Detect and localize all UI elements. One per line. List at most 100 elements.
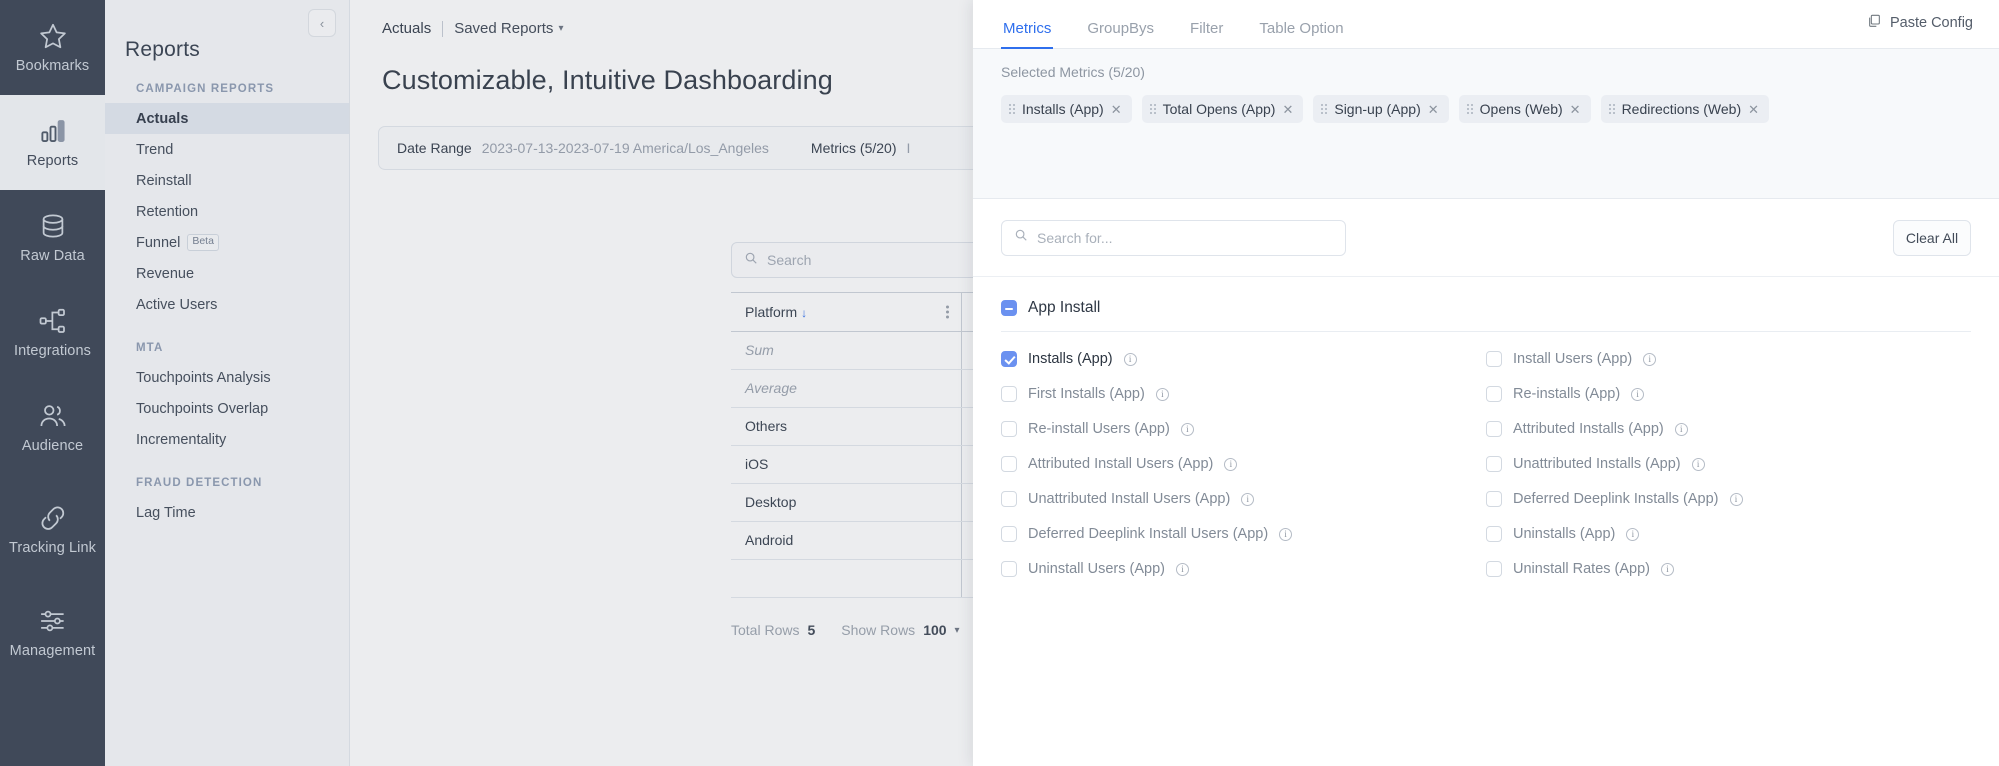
sidebar-group-mta: MTA Touchpoints Analysis Touchpoints Ove…: [105, 342, 349, 455]
info-icon[interactable]: i: [1241, 492, 1255, 506]
rail-item-management[interactable]: Management: [0, 585, 105, 680]
checkbox[interactable]: [1486, 351, 1502, 367]
metric-chip[interactable]: Opens (Web) ✕: [1458, 95, 1591, 123]
rail-item-bookmarks[interactable]: Bookmarks: [0, 0, 105, 95]
rail-item-audience[interactable]: Audience: [0, 380, 105, 475]
info-icon[interactable]: i: [1674, 422, 1688, 436]
sidebar-item-lag-time[interactable]: Lag Time: [105, 497, 349, 528]
info-icon[interactable]: i: [1661, 562, 1674, 576]
sidebar-item-touchpoints-overlap[interactable]: Touchpoints Overlap: [105, 393, 349, 424]
metric-option-unattributed-installs-app[interactable]: Unattributed Installs (App) i: [1486, 456, 1971, 472]
show-rows-value[interactable]: 100: [923, 622, 946, 638]
info-icon[interactable]: i: [1224, 457, 1238, 471]
rail-item-tracking-link[interactable]: Tracking Link: [0, 475, 105, 585]
metric-option-installs-app[interactable]: Installs (App) i: [1001, 351, 1486, 367]
metric-chip[interactable]: Total Opens (App) ✕: [1141, 95, 1304, 123]
metric-option-install-users-app[interactable]: Install Users (App) i: [1486, 351, 1971, 367]
checkbox[interactable]: [1486, 456, 1502, 472]
tab-metrics[interactable]: Metrics: [1000, 20, 1054, 49]
checkbox[interactable]: [1486, 491, 1502, 507]
metric-option-first-installs-app[interactable]: First Installs (App) i: [1001, 386, 1486, 402]
info-icon[interactable]: i: [1729, 492, 1743, 506]
info-icon[interactable]: i: [1626, 527, 1640, 541]
drag-handle-icon[interactable]: [1466, 104, 1473, 114]
remove-chip-icon[interactable]: ✕: [1428, 103, 1439, 116]
checkbox[interactable]: [1001, 351, 1017, 367]
info-icon[interactable]: i: [1279, 527, 1293, 541]
rail-item-integrations[interactable]: Integrations: [0, 285, 105, 380]
clear-all-button[interactable]: Clear All: [1893, 219, 1971, 256]
metric-option-re-install-users-app[interactable]: Re-install Users (App) i: [1001, 421, 1486, 437]
checkbox[interactable]: [1001, 421, 1017, 437]
metric-chip[interactable]: Redirections (Web) ✕: [1600, 95, 1770, 123]
sidebar-item-actuals[interactable]: Actuals: [105, 103, 349, 134]
tab-table-option[interactable]: Table Option: [1259, 20, 1343, 48]
paste-config-button[interactable]: Paste Config: [1866, 13, 1973, 33]
tab-filter[interactable]: Filter: [1190, 20, 1223, 48]
checkbox[interactable]: [1486, 561, 1502, 577]
info-icon[interactable]: i: [1643, 352, 1657, 366]
metric-chip[interactable]: Sign-up (App) ✕: [1313, 95, 1449, 123]
metric-option-uninstall-rates-app[interactable]: Uninstall Rates (App) i: [1486, 561, 1971, 577]
rail-item-reports[interactable]: Reports: [0, 95, 105, 190]
sidebar-item-revenue[interactable]: Revenue: [105, 258, 349, 289]
metric-chip[interactable]: Installs (App) ✕: [1001, 95, 1132, 123]
checkbox[interactable]: [1001, 456, 1017, 472]
chevron-down-icon[interactable]: ▾: [955, 625, 960, 636]
table-search-input[interactable]: Search: [731, 242, 1001, 278]
checkbox[interactable]: [1486, 386, 1502, 402]
column-menu-icon[interactable]: [945, 303, 949, 320]
metric-group-name: App Install: [1028, 299, 1101, 316]
metric-option-attributed-installs-app[interactable]: Attributed Installs (App) i: [1486, 421, 1971, 437]
drag-handle-icon[interactable]: [1009, 104, 1015, 114]
remove-chip-icon[interactable]: ✕: [1748, 103, 1759, 116]
metric-group-body: App Install Installs (App) i Install Use…: [973, 277, 1999, 766]
metric-option-unattributed-install-users-app[interactable]: Unattributed Install Users (App) i: [1001, 491, 1486, 507]
metric-option-re-installs-app[interactable]: Re-installs (App) i: [1486, 386, 1971, 402]
sidebar-item-reinstall[interactable]: Reinstall: [105, 165, 349, 196]
saved-reports-dropdown[interactable]: Saved Reports ▾: [454, 20, 563, 37]
sidebar-item-incrementality[interactable]: Incrementality: [105, 424, 349, 455]
remove-chip-icon[interactable]: ✕: [1111, 103, 1122, 116]
sidebar-group-label: FRAUD DETECTION: [136, 477, 263, 489]
sidebar-item-trend[interactable]: Trend: [105, 134, 349, 165]
metric-group-header[interactable]: App Install: [1001, 299, 1971, 317]
checkbox[interactable]: [1486, 421, 1502, 437]
info-icon[interactable]: i: [1631, 387, 1645, 401]
info-icon[interactable]: i: [1123, 352, 1137, 366]
info-icon[interactable]: i: [1155, 387, 1169, 401]
checkbox[interactable]: [1001, 386, 1017, 402]
group-checkbox-app-install[interactable]: [1001, 300, 1017, 316]
drag-handle-icon[interactable]: [1149, 104, 1156, 114]
column-header-platform[interactable]: Platform ↓: [731, 293, 961, 332]
total-rows-label: Total Rows: [731, 622, 800, 638]
info-icon[interactable]: i: [1180, 422, 1194, 436]
metric-search-input[interactable]: Search for...: [1001, 219, 1346, 256]
metric-option-deferred-deeplink-installs-app[interactable]: Deferred Deeplink Installs (App) i: [1486, 491, 1971, 507]
metric-option-uninstall-users-app[interactable]: Uninstall Users (App) i: [1001, 561, 1486, 577]
checkbox[interactable]: [1001, 491, 1017, 507]
metric-option-uninstalls-app[interactable]: Uninstalls (App) i: [1486, 526, 1971, 542]
checkbox[interactable]: [1001, 561, 1017, 577]
sidebar-item-active-users[interactable]: Active Users: [105, 289, 349, 320]
metric-chip-label: Sign-up (App): [1334, 101, 1421, 117]
rail-item-raw-data[interactable]: Raw Data: [0, 190, 105, 285]
metric-option-deferred-deeplink-install-users-app[interactable]: Deferred Deeplink Install Users (App) i: [1001, 526, 1486, 542]
tab-groupbys[interactable]: GroupBys: [1087, 20, 1154, 48]
drag-handle-icon[interactable]: [1608, 104, 1615, 114]
info-icon[interactable]: i: [1176, 562, 1189, 576]
sort-desc-icon[interactable]: ↓: [801, 306, 807, 320]
info-icon[interactable]: i: [1691, 457, 1705, 471]
sidebar-item-retention[interactable]: Retention: [105, 196, 349, 227]
sidebar-item-funnel[interactable]: Funnel Beta: [105, 227, 349, 258]
metric-option-attributed-install-users-app[interactable]: Attributed Install Users (App) i: [1001, 456, 1486, 472]
sidebar-item-touchpoints-analysis[interactable]: Touchpoints Analysis: [105, 362, 349, 393]
remove-chip-icon[interactable]: ✕: [1570, 103, 1581, 116]
sidebar-item-label: Lag Time: [136, 504, 196, 521]
remove-chip-icon[interactable]: ✕: [1282, 103, 1293, 116]
collapse-sidebar-button[interactable]: ‹: [308, 9, 336, 37]
drag-handle-icon[interactable]: [1321, 104, 1328, 114]
checkbox[interactable]: [1486, 526, 1502, 542]
metric-option-label: Unattributed Installs (App): [1513, 456, 1681, 472]
checkbox[interactable]: [1001, 526, 1017, 542]
